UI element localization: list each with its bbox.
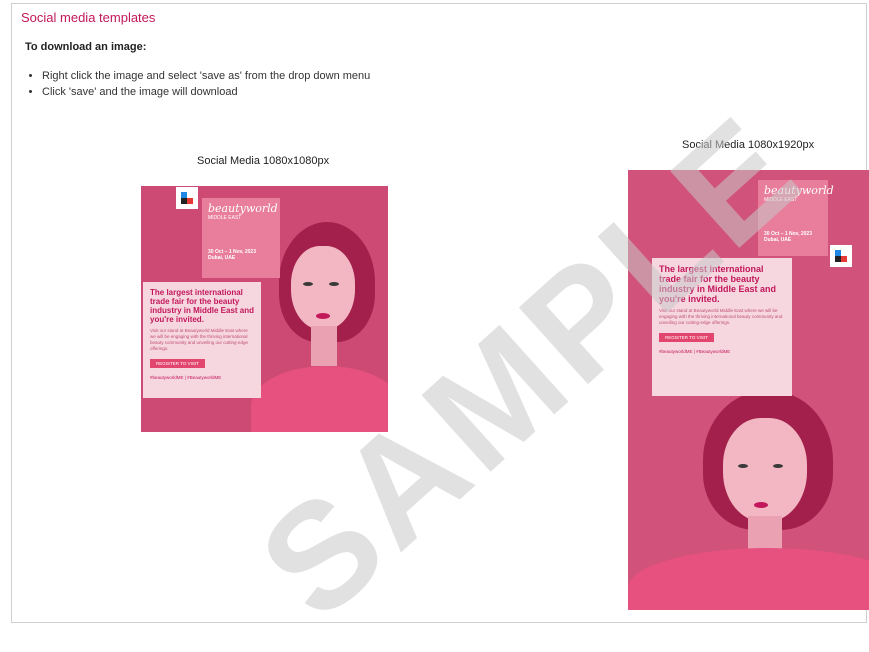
- template-caption-story: Social Media 1080x1920px: [682, 139, 815, 151]
- instructions-list: Right click the image and select 'save a…: [28, 68, 370, 100]
- page-title: Social media templates: [21, 10, 156, 25]
- register-button: REGISTER TO VISIT: [150, 359, 205, 368]
- info-box: The largest international trade fair for…: [652, 258, 792, 396]
- template-caption-square: Social Media 1080x1080px: [197, 155, 330, 167]
- list-item: Click 'save' and the image will download: [42, 84, 370, 100]
- logo-icon: [176, 187, 198, 209]
- logo-icon: [830, 245, 852, 267]
- register-button: REGISTER TO VISIT: [659, 333, 714, 342]
- info-box: The largest international trade fair for…: [143, 282, 261, 398]
- brand-box: beautyworld MIDDLE EAST 30 Oct – 1 Nov, …: [758, 180, 834, 256]
- instructions-heading: To download an image:: [25, 41, 147, 53]
- list-item: Right click the image and select 'save a…: [42, 68, 370, 84]
- portrait-illustration: [251, 216, 388, 432]
- portrait-illustration: [628, 380, 869, 610]
- brand-box: beautyworld MIDDLE EAST 30 Oct – 1 Nov, …: [202, 198, 280, 278]
- template-image-square[interactable]: beautyworld MIDDLE EAST 30 Oct – 1 Nov, …: [141, 186, 388, 432]
- template-image-story[interactable]: beautyworld MIDDLE EAST 30 Oct – 1 Nov, …: [628, 170, 869, 610]
